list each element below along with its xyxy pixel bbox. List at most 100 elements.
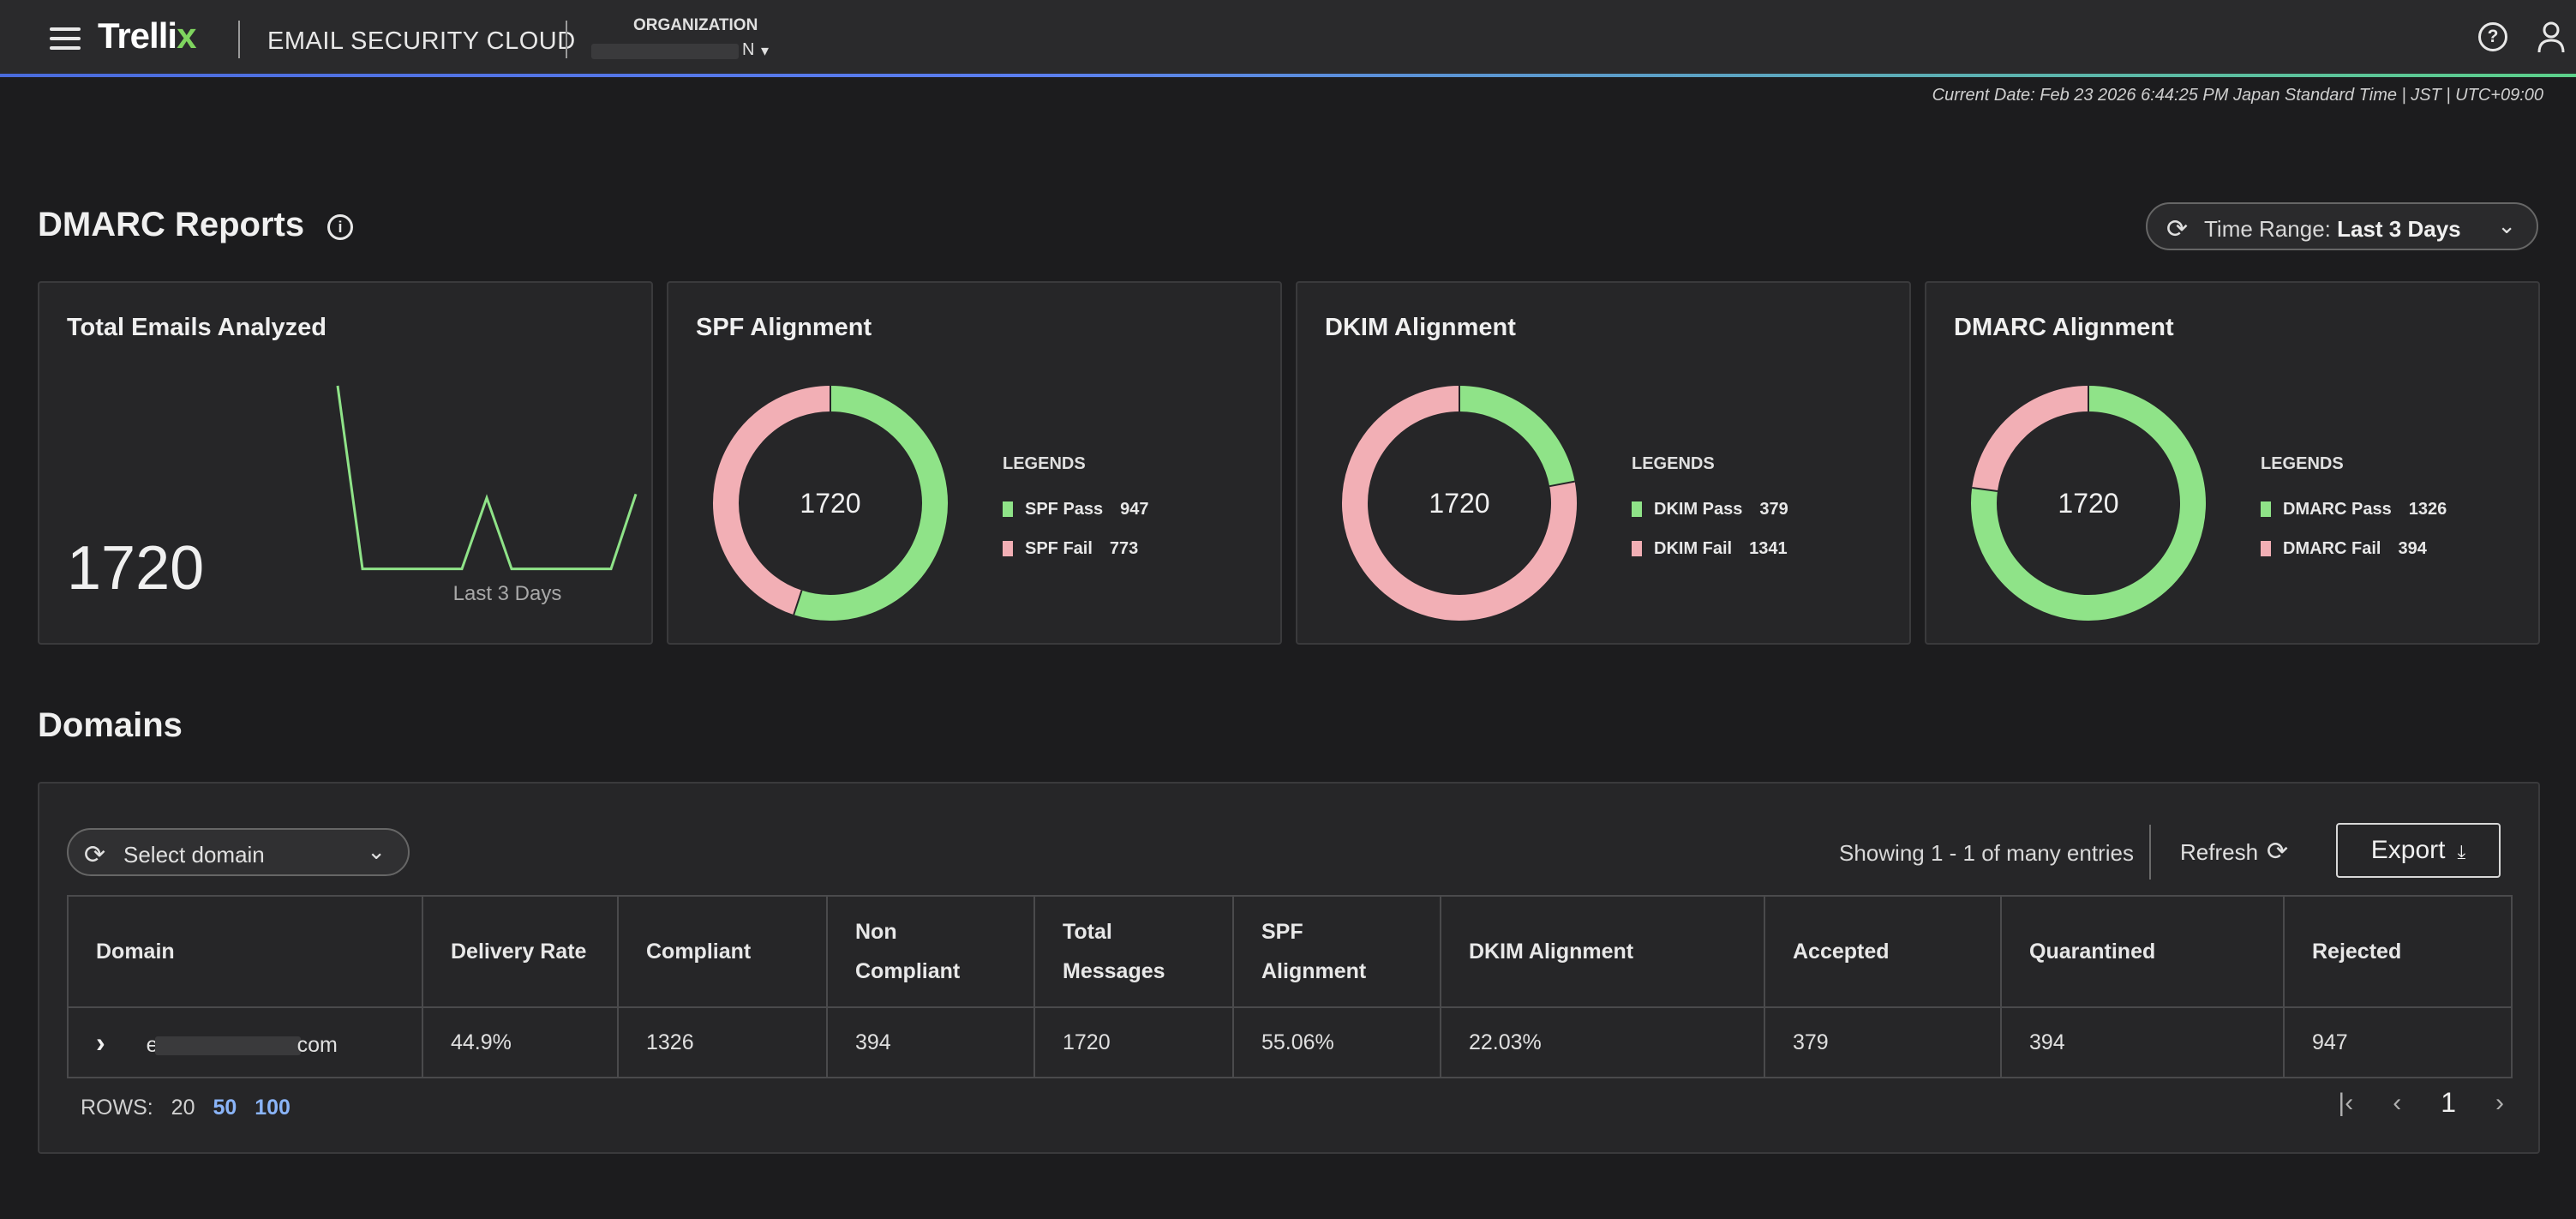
refresh-icon: ⟳ — [2166, 215, 2189, 243]
rows-option-100[interactable]: 100 — [255, 1096, 291, 1120]
download-icon: ⤓ — [2457, 841, 2466, 862]
total-messages-cell: 1720 — [1033, 1006, 1234, 1078]
select-domain-dropdown[interactable]: ⟳ Select domain ⌄ — [67, 828, 410, 876]
column-header[interactable]: Total Messages — [1033, 895, 1234, 1008]
refresh-button[interactable]: Refresh ⟳ — [2180, 837, 2288, 867]
donut-center-value: 1720 — [800, 488, 860, 519]
help-icon[interactable]: ? — [2478, 22, 2507, 51]
time-range-dropdown[interactable]: ⟳ Time Range: Last 3 Days ⌄ — [2146, 202, 2538, 250]
spf-alignment-card: SPF Alignment 1720 LEGENDS SPF Pass 947 S… — [667, 281, 1282, 645]
legend-item-fail: SPF Fail 773 — [1003, 529, 1149, 568]
card-title: DKIM Alignment — [1325, 314, 1516, 341]
previous-page-icon[interactable]: ‹ — [2393, 1089, 2401, 1118]
next-page-icon[interactable]: › — [2495, 1089, 2504, 1118]
accepted-cell: 379 — [1764, 1006, 2002, 1078]
trellix-logo: Trellix — [98, 15, 196, 56]
column-header[interactable]: SPF Alignment — [1232, 895, 1441, 1008]
donut-slice-pass — [1459, 386, 1575, 487]
card-title: DMARC Alignment — [1954, 314, 2174, 341]
donut-center-value: 1720 — [2058, 488, 2118, 519]
header-divider — [238, 21, 240, 58]
caret-down-icon: ▾ — [761, 42, 770, 59]
total-emails-card: Total Emails Analyzed 1720 Last 3 Days — [38, 281, 653, 645]
domain-name-redacted — [154, 1036, 301, 1055]
spf-legend: LEGENDS SPF Pass 947 SPF Fail 773 — [1003, 454, 1149, 568]
dkim-alignment-card: DKIM Alignment 1720 LEGENDS DKIM Pass 379… — [1296, 281, 1911, 645]
legend-title: LEGENDS — [1632, 454, 1715, 473]
info-icon[interactable]: i — [327, 214, 353, 240]
table-header-row: Domain Delivery Rate Compliant Non Compl… — [67, 895, 2513, 1008]
spf-donut-chart: 1720 — [713, 386, 948, 621]
compliant-cell: 1326 — [617, 1006, 828, 1078]
table-row[interactable]: › e com 44.9% 1326 394 1720 55.06% 22.03% … — [67, 1006, 2513, 1078]
organization-name-suffix: N — [742, 40, 755, 59]
legend-title: LEGENDS — [1003, 454, 1086, 473]
card-title: SPF Alignment — [696, 314, 872, 341]
organization-label: ORGANIZATION — [633, 16, 758, 34]
legend-item-pass: DMARC Pass 1326 — [2261, 489, 2447, 529]
column-header[interactable]: Domain — [67, 895, 423, 1008]
select-domain-label: Select domain — [123, 842, 265, 868]
user-icon[interactable] — [2537, 21, 2566, 53]
time-range-value: Last 3 Days — [2337, 216, 2461, 242]
chevron-down-icon: ⌄ — [367, 838, 386, 864]
legend-title: LEGENDS — [2261, 454, 2344, 473]
rejected-cell: 947 — [2283, 1006, 2513, 1078]
current-date: Current Date: Feb 23 2026 6:44:25 PM Jap… — [1932, 86, 2543, 105]
rows-option-20[interactable]: 20 — [171, 1096, 195, 1120]
total-emails-sparkline: Last 3 Days — [336, 385, 638, 605]
non-compliant-cell: 394 — [826, 1006, 1035, 1078]
domains-title: Domains — [38, 706, 183, 744]
entries-count: Showing 1 - 1 of many entries — [1839, 840, 2134, 866]
domains-table: Domain Delivery Rate Compliant Non Compl… — [67, 895, 2513, 1078]
domain-suffix: com — [297, 1032, 338, 1057]
header-divider — [566, 21, 567, 58]
column-header[interactable]: Rejected — [2283, 895, 2513, 1008]
donut-slice-fail — [1972, 386, 2089, 492]
first-page-icon[interactable]: |‹ — [2338, 1089, 2353, 1118]
card-title: Total Emails Analyzed — [67, 314, 326, 341]
refresh-icon: ⟳ — [2267, 838, 2289, 866]
product-name: EMAIL SECURITY CLOUD — [267, 27, 576, 55]
delivery-rate-cell: 44.9% — [422, 1006, 619, 1078]
header-accent-line — [0, 74, 2576, 77]
column-header[interactable]: Quarantined — [2000, 895, 2285, 1008]
column-header[interactable]: Non Compliant — [826, 895, 1035, 1008]
total-emails-value: 1720 — [67, 534, 205, 603]
toolbar-divider — [2149, 825, 2151, 880]
spf-alignment-cell: 55.06% — [1232, 1006, 1441, 1078]
column-header[interactable]: Accepted — [1764, 895, 2002, 1008]
column-header[interactable]: Delivery Rate — [422, 895, 619, 1008]
pagination: |‹ ‹ 1 › — [2338, 1087, 2504, 1119]
quarantined-cell: 394 — [2000, 1006, 2285, 1078]
donut-center-value: 1720 — [1429, 488, 1489, 519]
rows-option-50[interactable]: 50 — [213, 1096, 237, 1120]
legend-item-pass: SPF Pass 947 — [1003, 489, 1149, 529]
rows-per-page: ROWS: 20 50 100 — [81, 1096, 291, 1120]
sparkline-caption: Last 3 Days — [453, 582, 562, 605]
organization-selector[interactable]: N ▾ — [591, 40, 769, 63]
export-button[interactable]: Export ⤓ — [2336, 823, 2501, 878]
rows-label: ROWS: — [81, 1096, 153, 1120]
domains-panel: ⟳ Select domain ⌄ Showing 1 - 1 of many … — [38, 782, 2540, 1154]
column-header[interactable]: DKIM Alignment — [1440, 895, 1765, 1008]
dkim-legend: LEGENDS DKIM Pass 379 DKIM Fail 1341 — [1632, 454, 1788, 568]
top-bar: Trellix EMAIL SECURITY CLOUD ORGANIZATIO… — [0, 0, 2576, 77]
current-page: 1 — [2441, 1087, 2456, 1118]
dmarc-legend: LEGENDS DMARC Pass 1326 DMARC Fail 394 — [2261, 454, 2447, 568]
chevron-right-icon[interactable]: › — [96, 1027, 105, 1059]
organization-name-redacted — [591, 44, 739, 59]
dmarc-alignment-card: DMARC Alignment 1720 LEGENDS DMARC Pass 1… — [1925, 281, 2540, 645]
page-title: DMARC Reports — [38, 206, 305, 243]
dkim-alignment-cell: 22.03% — [1440, 1006, 1765, 1078]
sparkline-series — [336, 385, 638, 571]
menu-icon[interactable] — [50, 27, 81, 50]
dkim-donut-chart: 1720 — [1342, 386, 1577, 621]
refresh-icon: ⟳ — [84, 841, 106, 869]
column-header[interactable]: Compliant — [617, 895, 828, 1008]
domain-cell: › e com — [67, 1006, 423, 1078]
time-range-label: Time Range: — [2204, 216, 2331, 242]
chevron-down-icon: ⌄ — [2497, 213, 2516, 238]
legend-item-fail: DMARC Fail 394 — [2261, 529, 2447, 568]
legend-item-fail: DKIM Fail 1341 — [1632, 529, 1788, 568]
